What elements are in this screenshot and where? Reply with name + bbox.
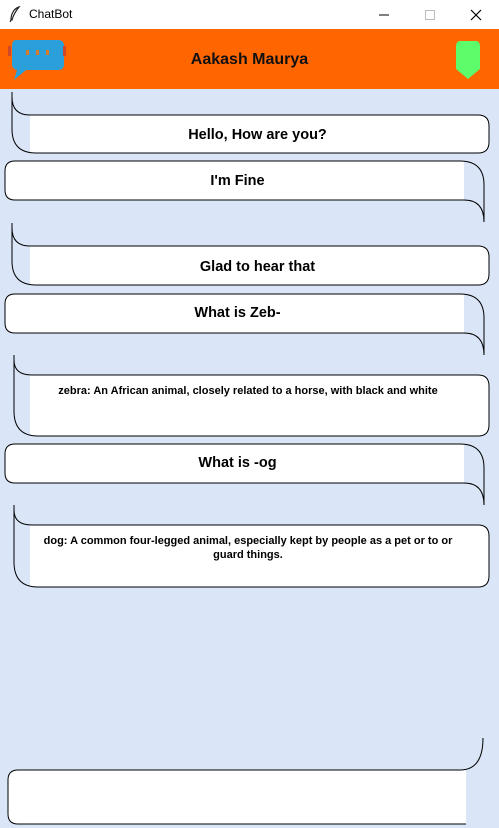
close-icon [470,9,482,20]
maximize-button[interactable] [407,0,453,29]
bot-bubble-shape [11,92,490,154]
window-titlebar: ChatBot [0,0,499,29]
online-status-icon [456,41,480,79]
window-title: ChatBot [29,7,73,21]
bot-message-text: Glad to hear that [199,259,316,275]
bot-message-text: dog: A common four-legged animal, especi… [43,535,453,561]
user-message-text: I'm Fine [210,173,265,189]
message-input[interactable] [12,774,464,822]
user-bubble-shape [4,160,485,223]
maximize-icon [425,9,435,20]
feather-icon [9,6,21,22]
contact-name: Aakash Maurya [190,51,309,68]
chat-header: Aakash Maurya [0,29,499,89]
minimize-button[interactable] [361,0,407,29]
minimize-icon [379,14,389,15]
chat-area[interactable]: Hello, How are you? I'm Fine Glad to hea… [0,89,499,828]
user-bubble-shape [4,443,485,506]
message-input-area [0,737,499,828]
bot-message-text: Hello, How are you? [188,127,327,143]
bot-message-text: zebra: An African animal, closely relate… [58,385,438,397]
bot-bubble-shape [11,223,490,286]
user-bubble-shape [4,293,485,356]
user-message-text: What is -og [198,455,277,471]
close-button[interactable] [453,0,499,29]
user-message-text: What is Zeb- [194,305,281,321]
